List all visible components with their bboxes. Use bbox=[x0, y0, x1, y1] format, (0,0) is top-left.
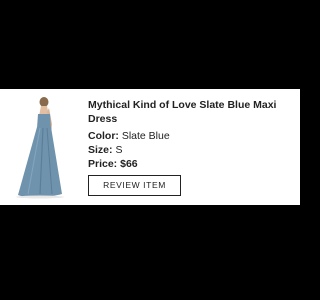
product-color: Color: Slate Blue bbox=[88, 129, 170, 143]
product-price: Price: $66 bbox=[88, 157, 138, 171]
dress-shape bbox=[37, 114, 51, 128]
order-item-card: Mythical Kind of Love Slate Blue Maxi Dr… bbox=[0, 89, 300, 205]
size-value: S bbox=[115, 144, 123, 156]
size-label: Size: bbox=[88, 144, 116, 156]
product-title[interactable]: Mythical Kind of Love Slate Blue Maxi Dr… bbox=[88, 98, 293, 126]
price-value: $66 bbox=[120, 158, 138, 170]
product-size: Size: S bbox=[88, 143, 122, 157]
dress-photo bbox=[0, 94, 80, 201]
price-label: Price: bbox=[88, 158, 121, 170]
product-image[interactable] bbox=[0, 94, 80, 201]
color-value: Slate Blue bbox=[121, 130, 170, 142]
review-item-button[interactable]: REVIEW ITEM bbox=[88, 175, 181, 196]
color-label: Color: bbox=[88, 130, 122, 142]
